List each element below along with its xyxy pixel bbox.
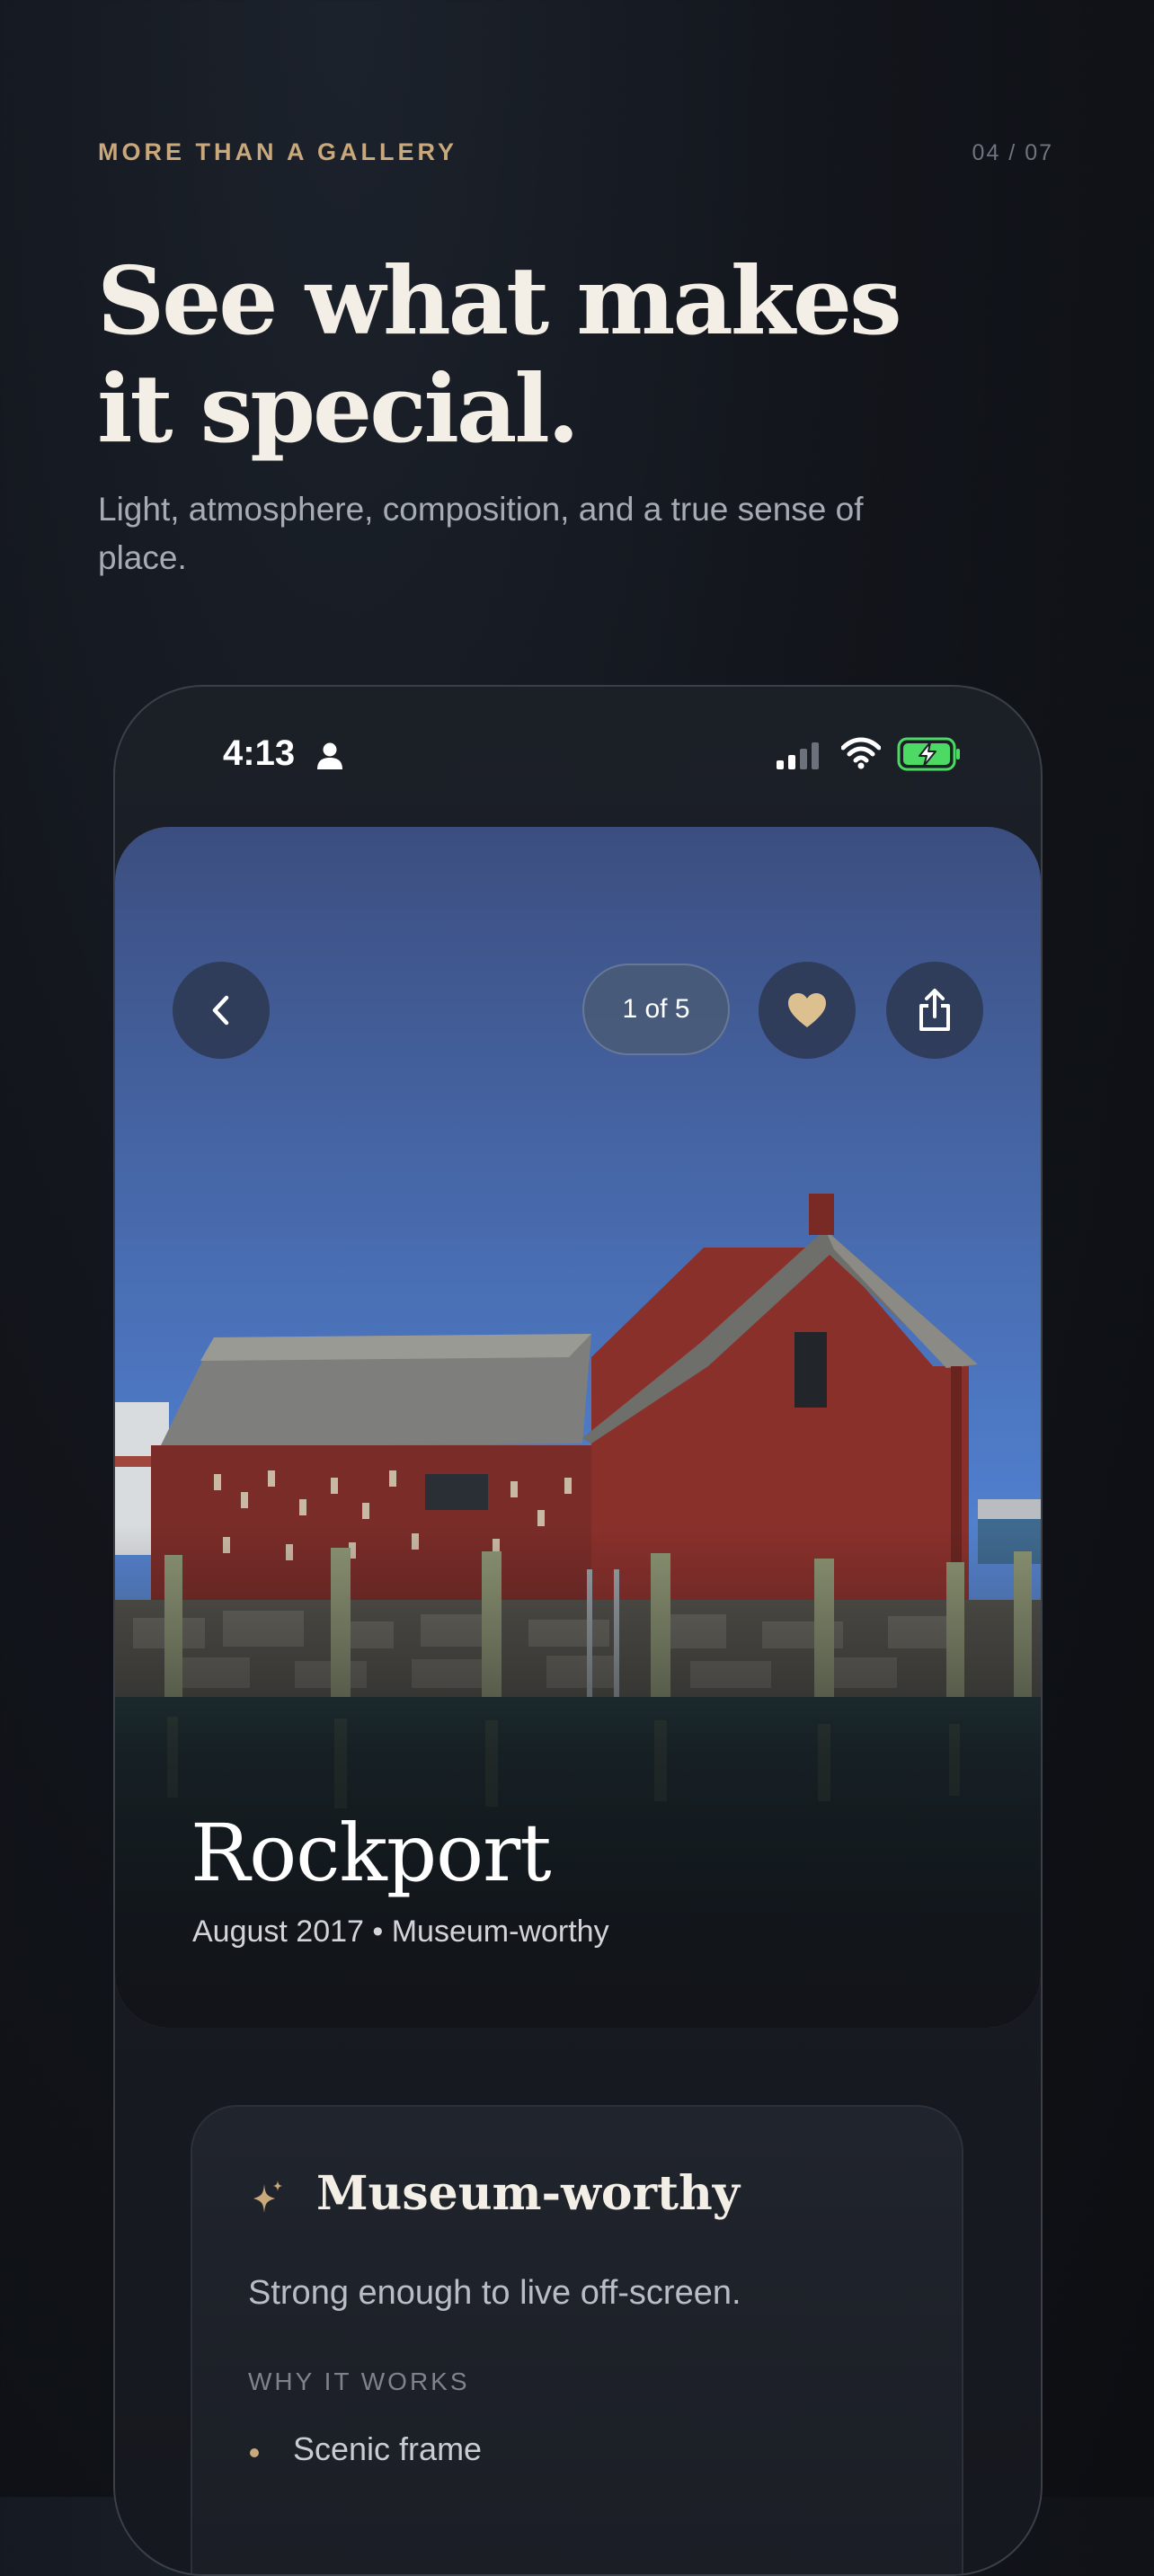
status-bar: 4:13 <box>115 687 1041 827</box>
headline-line-1: See what makes <box>97 245 902 356</box>
subheadline: Light, atmosphere, composition, and a tr… <box>98 491 864 576</box>
phone-mockup: 4:13 1 of 5 Rockport August 2017 • Museu… <box>113 685 1043 2576</box>
photo-pager: 1 of 5 <box>582 964 730 1055</box>
reason-item: Scenic frame <box>293 2430 483 2467</box>
cellular-signal-icon <box>777 742 819 769</box>
headline: See what makes it special. <box>97 247 996 463</box>
share-icon <box>919 989 950 1031</box>
place-meta: August 2017 • Museum-worthy <box>192 1914 609 1949</box>
status-time: 4:13 <box>223 733 296 773</box>
sparkle-icon <box>253 2181 282 2213</box>
back-chevron-icon <box>212 995 229 1026</box>
share-button[interactable] <box>886 962 983 1059</box>
card-description: Strong enough to live off-screen. <box>248 2274 741 2312</box>
battery-charging-icon <box>897 737 960 771</box>
hero-gradient-overlay <box>115 1524 1041 2028</box>
wifi-icon <box>841 737 881 769</box>
person-icon <box>317 742 342 769</box>
back-button[interactable] <box>173 962 270 1059</box>
section-label: WHY IT WORKS <box>248 2367 470 2395</box>
list-bullet <box>250 2448 259 2457</box>
page-counter: 04 / 07 <box>972 140 1053 165</box>
insight-card: Museum-worthy Strong enough to live off-… <box>191 2105 963 2574</box>
hero-photo-viewer[interactable]: 1 of 5 Rockport August 2017 • Museum-wor… <box>115 827 1041 2028</box>
headline-line-2: it special. <box>97 353 580 464</box>
like-button[interactable] <box>759 962 856 1059</box>
place-title: Rockport <box>191 1807 552 1899</box>
eyebrow-label: MORE THAN A GALLERY <box>98 138 457 165</box>
card-title: Museum-worthy <box>316 2166 741 2221</box>
heart-icon <box>788 993 826 1027</box>
